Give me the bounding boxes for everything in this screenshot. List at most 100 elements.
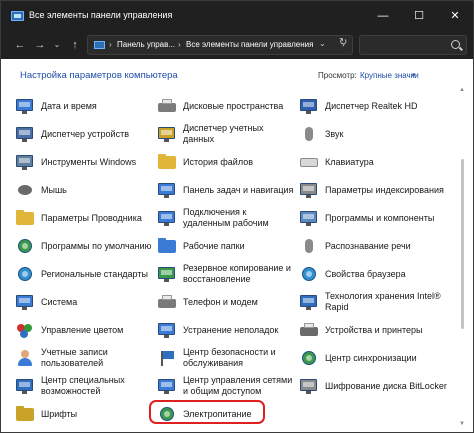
control-panel-item[interactable]: Диспетчер учетных данных bbox=[157, 120, 297, 148]
control-panel-item-label: Инструменты Windows bbox=[41, 156, 137, 167]
taskbar-icon-part bbox=[164, 195, 169, 198]
accessibility-icon-part bbox=[22, 391, 27, 394]
programs-features-icon-part bbox=[303, 214, 314, 219]
control-panel-item[interactable]: Центр безопасности и обслуживания bbox=[157, 344, 297, 372]
control-panel-item[interactable]: Дата и время bbox=[15, 92, 155, 120]
user-accounts-icon-part bbox=[21, 350, 29, 358]
control-panel-item[interactable]: Центр управления сетями и общим доступом bbox=[157, 372, 297, 400]
breadcrumb-separator[interactable]: › bbox=[109, 40, 112, 49]
maximize-button[interactable]: ☐ bbox=[401, 1, 437, 31]
control-panel-item[interactable]: История файлов bbox=[157, 148, 297, 176]
intel-rst-icon-part bbox=[303, 298, 314, 303]
control-panel-item-label: Шифрование диска BitLocker bbox=[325, 380, 447, 391]
control-panel-item[interactable]: Диспетчер Realtek HD bbox=[299, 92, 455, 120]
recent-locations-button[interactable]: ⌄ bbox=[48, 36, 66, 54]
intel-rst-icon bbox=[299, 293, 319, 311]
control-panel-item[interactable]: Телефон и модем bbox=[157, 288, 297, 316]
scroll-up-arrow[interactable]: ▲ bbox=[459, 87, 465, 93]
control-panel-item[interactable]: Центр специальных возможностей bbox=[15, 372, 155, 400]
breadcrumb-all-items[interactable]: Все элементы панели управления bbox=[186, 40, 313, 49]
control-panel-item-label: Устранение неполадок bbox=[183, 324, 279, 335]
control-panel-item[interactable]: Система bbox=[15, 288, 155, 316]
up-button[interactable]: ↑ bbox=[66, 36, 84, 54]
control-panel-small-icon bbox=[94, 41, 105, 49]
window-title: Все элементы панели управления bbox=[29, 10, 173, 20]
control-panel-item[interactable]: Инструменты Windows bbox=[15, 148, 155, 176]
control-panel-item-label: Центр специальных возможностей bbox=[41, 375, 125, 396]
close-button[interactable]: ✕ bbox=[437, 1, 473, 31]
control-panel-item[interactable]: Программы и компоненты bbox=[299, 204, 455, 232]
security-flag-icon bbox=[157, 349, 177, 367]
scroll-down-arrow[interactable]: ▼ bbox=[459, 421, 465, 427]
control-panel-item[interactable]: Распознавание речи bbox=[299, 232, 455, 260]
printer-icon-part bbox=[304, 323, 314, 328]
microphone-icon bbox=[299, 237, 319, 255]
breadcrumb-control-panel[interactable]: Панель управ... bbox=[117, 40, 175, 49]
control-panel-item-label: Управление цветом bbox=[41, 324, 124, 335]
control-panel-item[interactable]: Устранение неполадок bbox=[157, 316, 297, 344]
control-panel-item-label: Региональные стандарты bbox=[41, 268, 148, 279]
chevron-down-icon[interactable]: ▾ bbox=[412, 71, 416, 79]
control-panel-item[interactable]: Клавиатура bbox=[299, 148, 455, 176]
control-panel-item-label: Параметры индексирования bbox=[325, 184, 444, 195]
control-panel-window: Все элементы панели управления — ☐ ✕ ← →… bbox=[0, 0, 474, 433]
control-panel-item[interactable]: Учетные записи пользователей bbox=[15, 344, 155, 372]
control-panel-item[interactable]: Дисковые пространства bbox=[157, 92, 297, 120]
address-bar[interactable]: › Панель управ... › Все элементы панели … bbox=[87, 35, 353, 55]
control-panel-item-label: Центр синхронизации bbox=[325, 352, 417, 363]
control-panel-item-label: Дисковые пространства bbox=[183, 100, 284, 111]
troubleshooting-icon-part bbox=[161, 326, 172, 331]
network-center-icon-part bbox=[161, 382, 172, 387]
control-panel-item[interactable]: Панель задач и навигация bbox=[157, 176, 297, 204]
remote-desktop-icon-part bbox=[161, 214, 172, 219]
mouse-icon bbox=[15, 181, 35, 199]
view-by-label: Просмотр: bbox=[318, 71, 357, 80]
control-panel-item[interactable]: Шрифты bbox=[15, 400, 155, 428]
printer-icon bbox=[299, 321, 319, 339]
control-panel-item[interactable]: Подключения к удаленным рабочим bbox=[157, 204, 297, 232]
forward-button[interactable]: → bbox=[31, 36, 49, 54]
refresh-icon[interactable]: ↻ bbox=[339, 37, 347, 48]
mouse-icon-part bbox=[18, 185, 32, 195]
control-panel-item-label: Диспетчер Realtek HD bbox=[325, 100, 418, 111]
control-panel-item[interactable]: Параметры индексирования bbox=[299, 176, 455, 204]
vertical-scrollbar[interactable]: ▲ ▼ bbox=[459, 87, 467, 427]
control-panel-item[interactable]: Центр синхронизации bbox=[299, 344, 455, 372]
search-input[interactable] bbox=[359, 35, 467, 55]
device-manager-icon-part bbox=[19, 130, 30, 135]
breadcrumb-separator[interactable]: › bbox=[178, 40, 181, 49]
remote-desktop-icon bbox=[157, 209, 177, 227]
internet-options-icon-part bbox=[306, 271, 312, 277]
back-button[interactable]: ← bbox=[11, 36, 29, 54]
internet-options-icon bbox=[299, 265, 319, 283]
control-panel-item[interactable]: Шифрование диска BitLocker bbox=[299, 372, 455, 400]
control-panel-item-label: Мышь bbox=[41, 184, 67, 195]
control-panel-item-label: История файлов bbox=[183, 156, 253, 167]
control-panel-item[interactable]: Технология хранения Intel® Rapid bbox=[299, 288, 455, 316]
control-panel-item[interactable]: Мышь bbox=[15, 176, 155, 204]
control-panel-item[interactable]: Звук bbox=[299, 120, 455, 148]
minimize-button[interactable]: — bbox=[365, 1, 401, 31]
work-folders-icon bbox=[157, 237, 177, 255]
control-panel-item[interactable]: Рабочие папки bbox=[157, 232, 297, 260]
control-panel-item[interactable]: Управление цветом bbox=[15, 316, 155, 344]
control-panel-item[interactable]: Программы по умолчанию bbox=[15, 232, 155, 260]
control-panel-item[interactable]: Резервное копирование и восстановление bbox=[157, 260, 297, 288]
backup-restore-icon-part bbox=[164, 279, 169, 282]
control-panel-item-label: Звук bbox=[325, 128, 344, 139]
indexing-options-icon bbox=[299, 181, 319, 199]
view-by-dropdown[interactable]: Крупные значки bbox=[360, 71, 419, 80]
windows-tools-icon-part bbox=[19, 158, 30, 163]
control-panel-item[interactable]: Параметры Проводника bbox=[15, 204, 155, 232]
region-globe-icon-part bbox=[22, 271, 28, 277]
keyboard-icon bbox=[299, 153, 319, 171]
title-bar[interactable]: Все элементы панели управления — ☐ ✕ bbox=[1, 1, 473, 31]
control-panel-item[interactable]: Свойства браузера bbox=[299, 260, 455, 288]
scrollbar-thumb[interactable] bbox=[461, 159, 464, 329]
programs-features-icon-part bbox=[306, 223, 311, 226]
address-history-dropdown[interactable]: ⌄ bbox=[319, 39, 326, 48]
control-panel-item[interactable]: Региональные стандарты bbox=[15, 260, 155, 288]
control-panel-item[interactable]: Устройства и принтеры bbox=[299, 316, 455, 344]
control-panel-item[interactable]: Диспетчер устройств bbox=[15, 120, 155, 148]
storage-spaces-icon-part bbox=[162, 99, 172, 104]
